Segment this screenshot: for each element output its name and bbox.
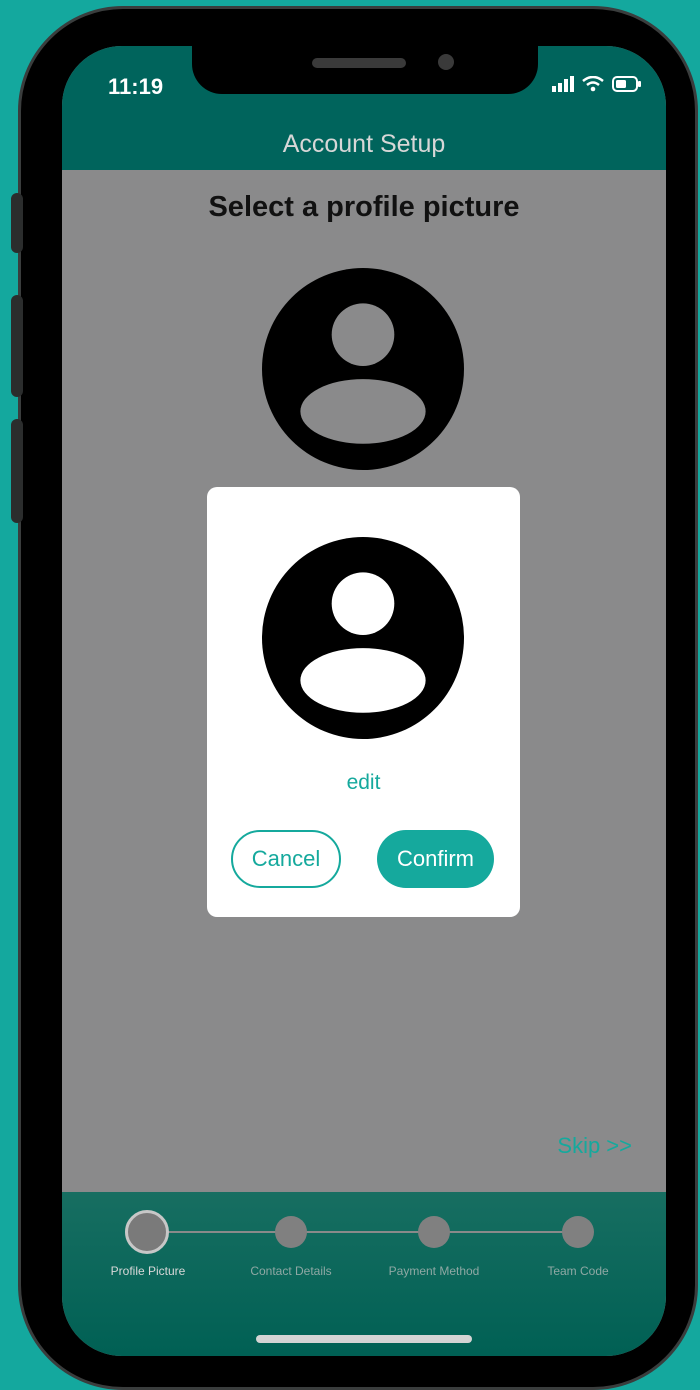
step-dot-payment-method[interactable] — [418, 1216, 450, 1248]
home-indicator[interactable] — [256, 1335, 472, 1343]
status-time: 11:19 — [108, 74, 164, 99]
progress-line — [147, 1231, 578, 1233]
signal-icon — [552, 76, 574, 92]
side-button-volume-down — [11, 419, 23, 523]
side-button-volume-up — [11, 295, 23, 397]
wifi-icon — [582, 76, 604, 92]
profile-picture-dialog: edit Cancel Confirm — [207, 487, 520, 917]
setup-progress-bar: Profile Picture Contact Details Payment … — [62, 1192, 666, 1356]
battery-icon — [612, 76, 641, 92]
edit-link[interactable]: edit — [207, 771, 520, 795]
notch — [192, 46, 538, 94]
cancel-button[interactable]: Cancel — [231, 830, 341, 888]
step-dot-profile-picture[interactable] — [125, 1210, 169, 1254]
step-label-contact-details: Contact Details — [250, 1264, 332, 1278]
page-title: Account Setup — [282, 130, 446, 158]
side-button-mute — [11, 193, 23, 253]
step-label-team-code: Team Code — [547, 1264, 609, 1278]
step-label-profile-picture: Profile Picture — [110, 1264, 186, 1278]
confirm-button[interactable]: Confirm — [377, 830, 494, 888]
section-heading: Select a profile picture — [208, 191, 520, 223]
step-dot-contact-details[interactable] — [275, 1216, 307, 1248]
skip-link[interactable]: Skip >> — [557, 1133, 632, 1159]
step-dot-team-code[interactable] — [562, 1216, 594, 1248]
app-header: 11:19 Account Setup — [62, 46, 666, 170]
profile-avatar-icon[interactable] — [262, 268, 464, 470]
status-icons — [552, 76, 642, 92]
speaker — [312, 58, 406, 68]
step-label-payment-method: Payment Method — [388, 1264, 480, 1278]
profile-avatar-preview-icon — [262, 537, 464, 739]
phone-screen: 11:19 Account Setup Select a profile pic… — [62, 46, 666, 1356]
front-camera — [438, 54, 454, 70]
